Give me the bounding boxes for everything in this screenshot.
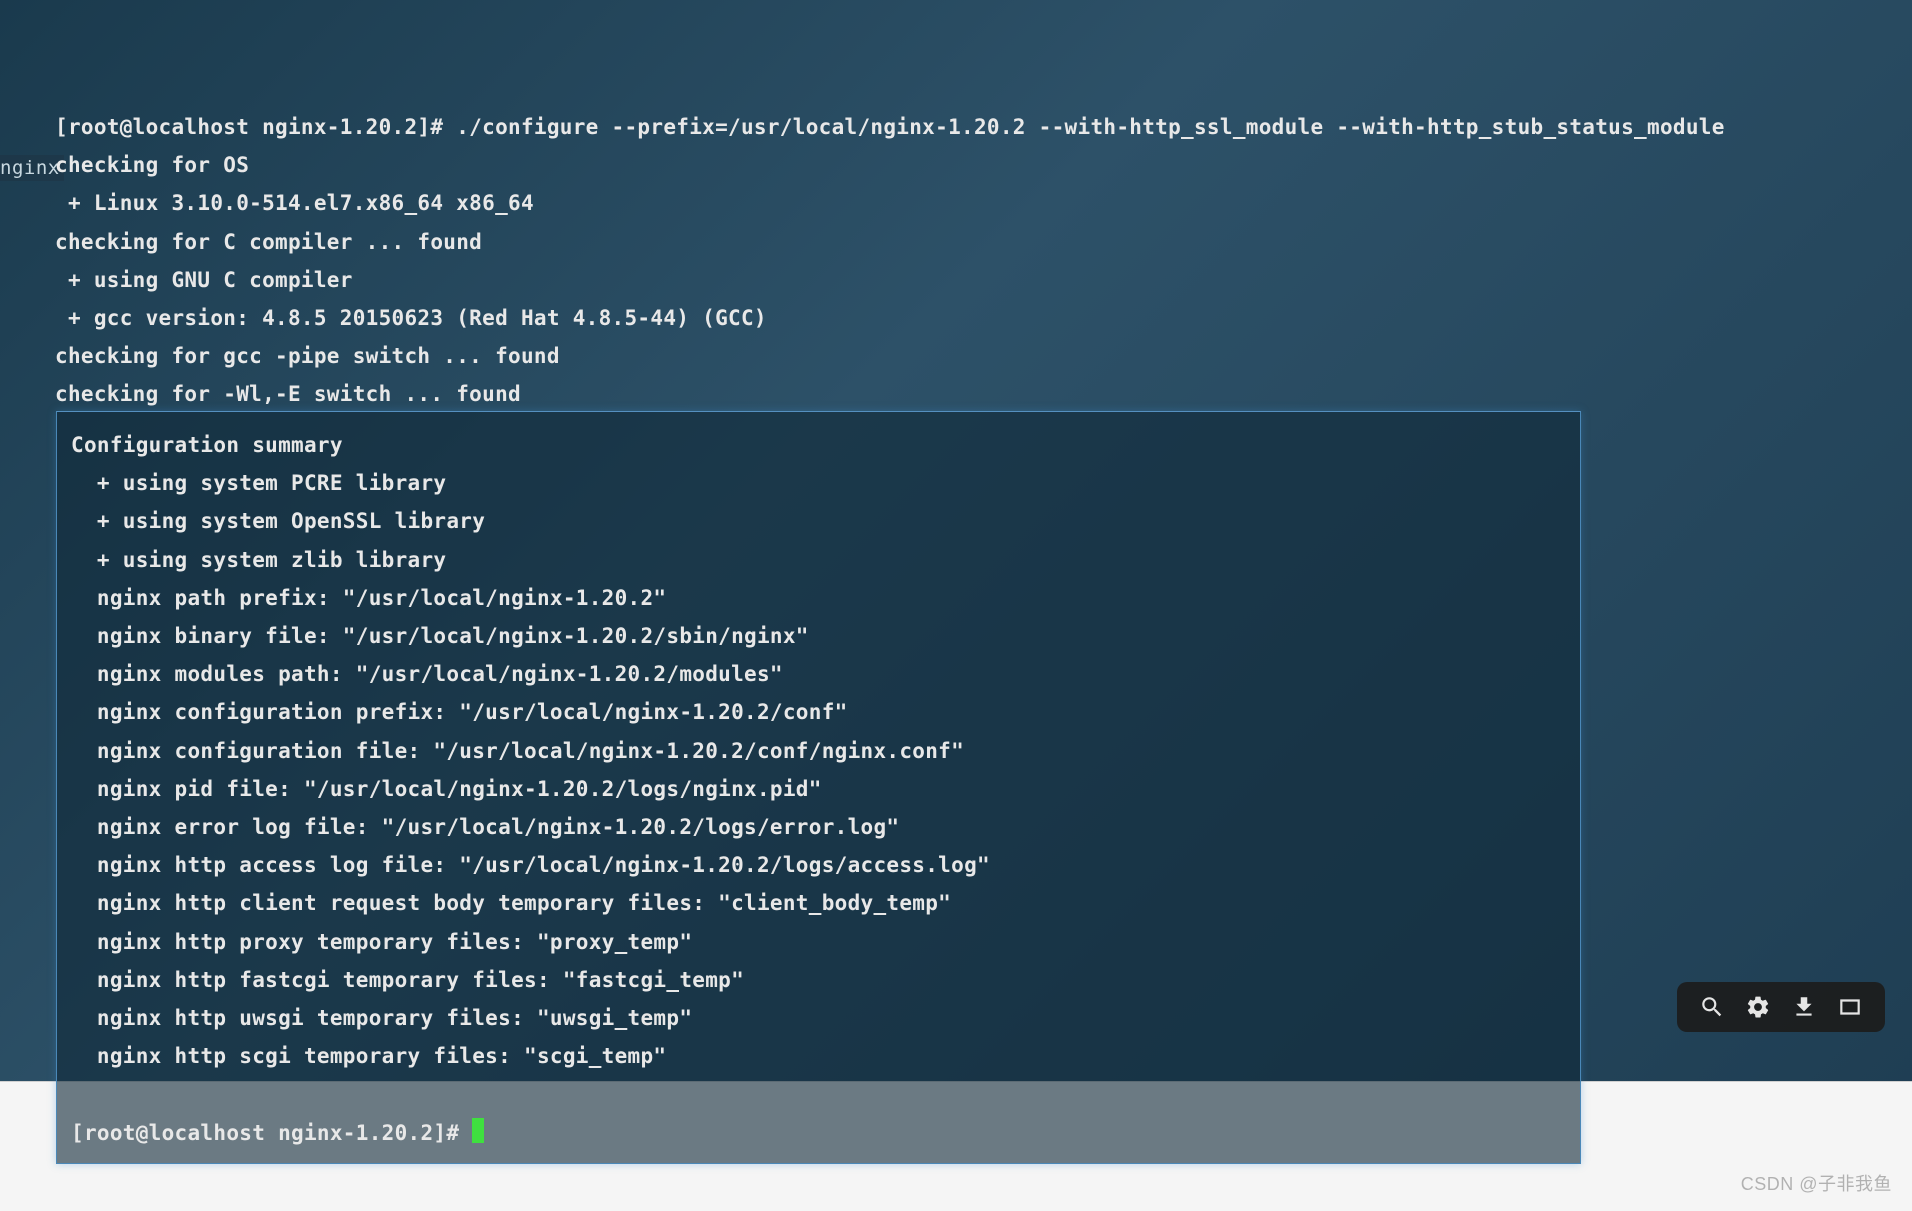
terminal-line: checking for gcc -pipe switch ... found <box>55 337 1912 375</box>
terminal-line: nginx error log file: "/usr/local/nginx-… <box>71 808 1580 846</box>
terminal-line: nginx modules path: "/usr/local/nginx-1.… <box>71 655 1580 693</box>
terminal-line: + gcc version: 4.8.5 20150623 (Red Hat 4… <box>55 299 1912 337</box>
terminal-line: nginx path prefix: "/usr/local/nginx-1.2… <box>71 579 1580 617</box>
terminal-line: + using GNU C compiler <box>55 261 1912 299</box>
utility-toolbar <box>1677 982 1885 1032</box>
terminal-line: + Linux 3.10.0-514.el7.x86_64 x86_64 <box>55 184 1912 222</box>
terminal-line: nginx http proxy temporary files: "proxy… <box>71 923 1580 961</box>
watermark: CSDN @子非我鱼 <box>1741 1170 1892 1196</box>
terminal-line: [root@localhost nginx-1.20.2]# ./configu… <box>55 108 1912 146</box>
terminal-line: + using system OpenSSL library <box>71 502 1580 540</box>
terminal-line: nginx binary file: "/usr/local/nginx-1.2… <box>71 617 1580 655</box>
terminal-line <box>71 1075 1580 1113</box>
cursor-icon <box>472 1118 484 1143</box>
terminal-line: Configuration summary <box>71 426 1580 464</box>
download-icon[interactable] <box>1791 994 1817 1020</box>
gear-icon[interactable] <box>1745 994 1771 1020</box>
terminal-prompt[interactable]: [root@localhost nginx-1.20.2]# <box>71 1114 1580 1152</box>
terminal-line: checking for OS <box>55 146 1912 184</box>
terminal-line: nginx http access log file: "/usr/local/… <box>71 846 1580 884</box>
terminal-line: checking for C compiler ... found <box>55 223 1912 261</box>
fullscreen-icon[interactable] <box>1837 994 1863 1020</box>
terminal-line: + using system PCRE library <box>71 464 1580 502</box>
terminal-line: nginx http scgi temporary files: "scgi_t… <box>71 1037 1580 1075</box>
terminal-line: nginx http uwsgi temporary files: "uwsgi… <box>71 999 1580 1037</box>
terminal-line: nginx configuration file: "/usr/local/ng… <box>71 732 1580 770</box>
terminal-line: nginx http client request body temporary… <box>71 884 1580 922</box>
terminal-line: nginx pid file: "/usr/local/nginx-1.20.2… <box>71 770 1580 808</box>
terminal-line: checking for -Wl,-E switch ... found <box>55 375 1912 413</box>
terminal-output-lower[interactable]: Configuration summary + using system PCR… <box>56 411 1581 1164</box>
terminal-line: + using system zlib library <box>71 541 1580 579</box>
terminal-line: nginx configuration prefix: "/usr/local/… <box>71 693 1580 731</box>
search-icon[interactable] <box>1699 994 1725 1020</box>
terminal-line: nginx http fastcgi temporary files: "fas… <box>71 961 1580 999</box>
terminal-output-upper[interactable]: [root@localhost nginx-1.20.2]# ./configu… <box>55 108 1912 414</box>
